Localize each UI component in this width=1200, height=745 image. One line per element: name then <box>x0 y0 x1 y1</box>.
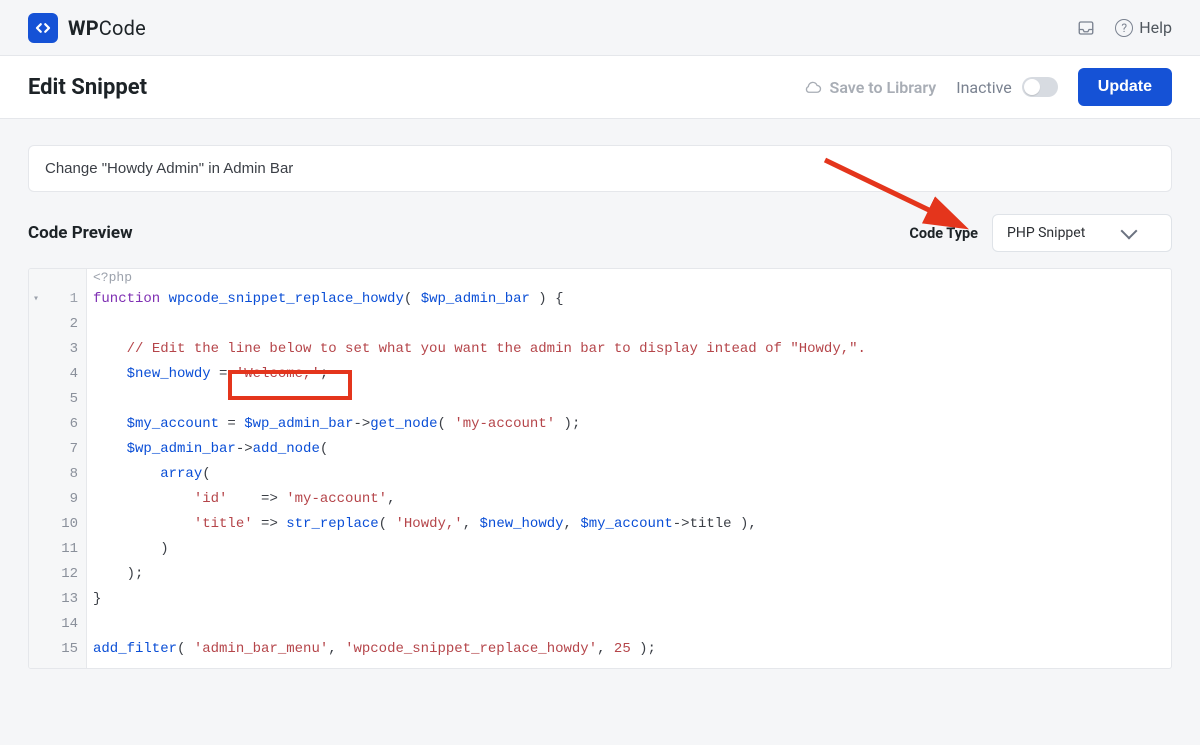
help-label: Help <box>1139 18 1172 37</box>
update-button[interactable]: Update <box>1078 68 1172 106</box>
gutter-line-number: 13 <box>43 587 78 612</box>
snippet-title-input[interactable] <box>28 145 1172 192</box>
gutter-line-number: 4 <box>43 362 78 387</box>
code-line[interactable]: $new_howdy = 'Welcome,'; <box>93 362 1161 387</box>
code-editor[interactable]: 123456789101112131415 <?phpfunction wpco… <box>28 268 1172 669</box>
status-group: Inactive <box>956 77 1058 97</box>
active-toggle[interactable] <box>1022 77 1058 97</box>
page-header: Edit Snippet Save to Library Inactive Up… <box>0 56 1200 119</box>
gutter-line-number: 11 <box>43 537 78 562</box>
editor-code[interactable]: <?phpfunction wpcode_snippet_replace_how… <box>87 269 1171 668</box>
code-line[interactable]: 'id' => 'my-account', <box>93 487 1161 512</box>
code-type-group: Code Type PHP Snippet <box>909 214 1172 252</box>
preview-row: Code Preview Code Type PHP Snippet <box>28 214 1172 252</box>
topbar-right: ? Help <box>1077 18 1172 37</box>
content: Code Preview Code Type PHP Snippet 12345… <box>0 119 1200 709</box>
gutter-line-number: 7 <box>43 437 78 462</box>
help-link[interactable]: ? Help <box>1115 18 1172 37</box>
editor-gutter: 123456789101112131415 <box>29 269 87 668</box>
gutter-line-number: 15 <box>43 637 78 662</box>
gutter-line-number: 1 <box>43 287 78 312</box>
code-line[interactable] <box>93 612 1161 637</box>
brand-name: WPCode <box>68 16 146 40</box>
gutter-line-number: 8 <box>43 462 78 487</box>
code-line[interactable] <box>93 387 1161 412</box>
code-line[interactable]: 'title' => str_replace( 'Howdy,', $new_h… <box>93 512 1161 537</box>
gutter-line-number: 6 <box>43 412 78 437</box>
page-title: Edit Snippet <box>28 75 147 100</box>
gutter-line-number: 14 <box>43 612 78 637</box>
code-line[interactable]: $wp_admin_bar->add_node( <box>93 437 1161 462</box>
inbox-icon[interactable] <box>1077 19 1095 37</box>
cloud-icon <box>804 78 822 96</box>
code-type-select[interactable]: PHP Snippet <box>992 214 1172 252</box>
save-to-library-button[interactable]: Save to Library <box>804 78 937 97</box>
status-label: Inactive <box>956 78 1012 97</box>
code-line[interactable]: add_filter( 'admin_bar_menu', 'wpcode_sn… <box>93 637 1161 662</box>
gutter-line-number: 9 <box>43 487 78 512</box>
brand-name-bold: WP <box>68 16 99 40</box>
code-line[interactable]: ) <box>93 537 1161 562</box>
brand: WPCode <box>28 13 146 43</box>
gutter-line-number: 3 <box>43 337 78 362</box>
code-line[interactable]: $my_account = $wp_admin_bar->get_node( '… <box>93 412 1161 437</box>
code-line[interactable]: array( <box>93 462 1161 487</box>
code-line[interactable]: } <box>93 587 1161 612</box>
code-line[interactable]: // Edit the line below to set what you w… <box>93 337 1161 362</box>
code-preview-label: Code Preview <box>28 223 133 243</box>
save-to-library-label: Save to Library <box>830 78 937 97</box>
gutter-line-number: 10 <box>43 512 78 537</box>
topbar: WPCode ? Help <box>0 0 1200 56</box>
code-line[interactable] <box>93 312 1161 337</box>
chevron-down-icon <box>1121 223 1138 240</box>
header-actions: Save to Library Inactive Update <box>804 68 1172 106</box>
brand-logo-icon <box>28 13 58 43</box>
gutter-line-number: 5 <box>43 387 78 412</box>
code-type-selected: PHP Snippet <box>1007 225 1085 241</box>
code-line[interactable]: function wpcode_snippet_replace_howdy( $… <box>93 287 1161 312</box>
help-icon: ? <box>1115 19 1133 37</box>
gutter-line-number: 2 <box>43 312 78 337</box>
gutter-line-number: 12 <box>43 562 78 587</box>
brand-name-thin: Code <box>99 16 146 40</box>
code-line[interactable]: ); <box>93 562 1161 587</box>
code-type-label: Code Type <box>909 225 978 242</box>
